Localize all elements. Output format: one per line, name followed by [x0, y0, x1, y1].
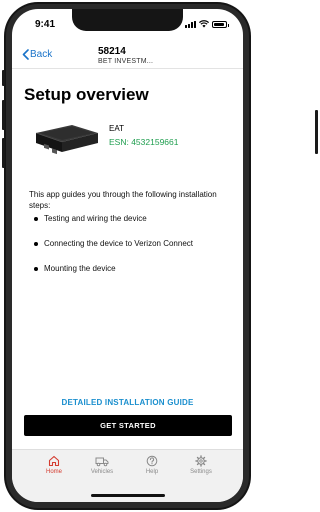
nav-subtitle: BET INVESTM...	[98, 58, 154, 65]
gear-icon	[195, 455, 207, 467]
volume-up-button	[2, 100, 5, 130]
navigation-bar: Back 58214 BET INVESTM...	[12, 39, 243, 69]
battery-icon	[212, 20, 229, 28]
tab-settings[interactable]: Settings	[181, 455, 221, 475]
home-icon	[48, 455, 60, 467]
tab-home[interactable]: Home	[34, 455, 74, 475]
tab-home-label: Home	[45, 469, 62, 475]
home-indicator	[91, 494, 165, 497]
tab-vehicles[interactable]: Vehicles	[82, 455, 122, 475]
bullet	[34, 241, 38, 246]
status-bar: 9:41	[12, 9, 243, 39]
step-label: Testing and wiring the device	[44, 214, 147, 223]
notch	[72, 9, 183, 31]
status-time: 9:41	[35, 19, 56, 30]
step-item: Mounting the device	[34, 264, 116, 273]
power-button	[315, 110, 318, 154]
device-esn: ESN: 4532159661	[109, 137, 179, 147]
back-label: Back	[30, 49, 53, 60]
volume-down-button	[2, 138, 5, 168]
signal-icon	[185, 20, 196, 28]
get-started-button[interactable]: GET STARTED	[24, 415, 232, 436]
step-item: Testing and wiring the device	[34, 214, 147, 223]
tab-bar: Home Vehicles Help Settings	[12, 449, 243, 502]
tab-settings-label: Settings	[190, 469, 212, 475]
tab-vehicles-label: Vehicles	[90, 469, 114, 475]
intro-text: This app guides you through the followin…	[29, 190, 217, 210]
step-label: Mounting the device	[44, 264, 116, 273]
tab-help[interactable]: Help	[132, 455, 172, 475]
step-item: Connecting the device to Verizon Connect	[34, 239, 193, 248]
installation-guide-link[interactable]: DETAILED INSTALLATION GUIDE	[12, 398, 243, 407]
help-icon	[146, 455, 158, 467]
tab-help-label: Help	[145, 469, 159, 475]
status-icons	[185, 20, 229, 28]
bullet	[34, 266, 38, 271]
back-button[interactable]: Back	[22, 49, 52, 60]
wifi-icon	[199, 20, 209, 28]
nav-title: 58214	[98, 46, 126, 57]
step-label: Connecting the device to Verizon Connect	[44, 239, 193, 248]
mute-switch	[2, 70, 5, 86]
phone-screen: 9:41 Back 58214 BET INVESTM... Setup ove…	[12, 9, 243, 502]
chevron-left-icon	[22, 49, 29, 60]
page-title: Setup overview	[24, 85, 149, 104]
bullet	[34, 216, 38, 221]
truck-icon	[95, 457, 109, 467]
device-image	[35, 125, 98, 155]
device-name: EAT	[109, 124, 124, 133]
